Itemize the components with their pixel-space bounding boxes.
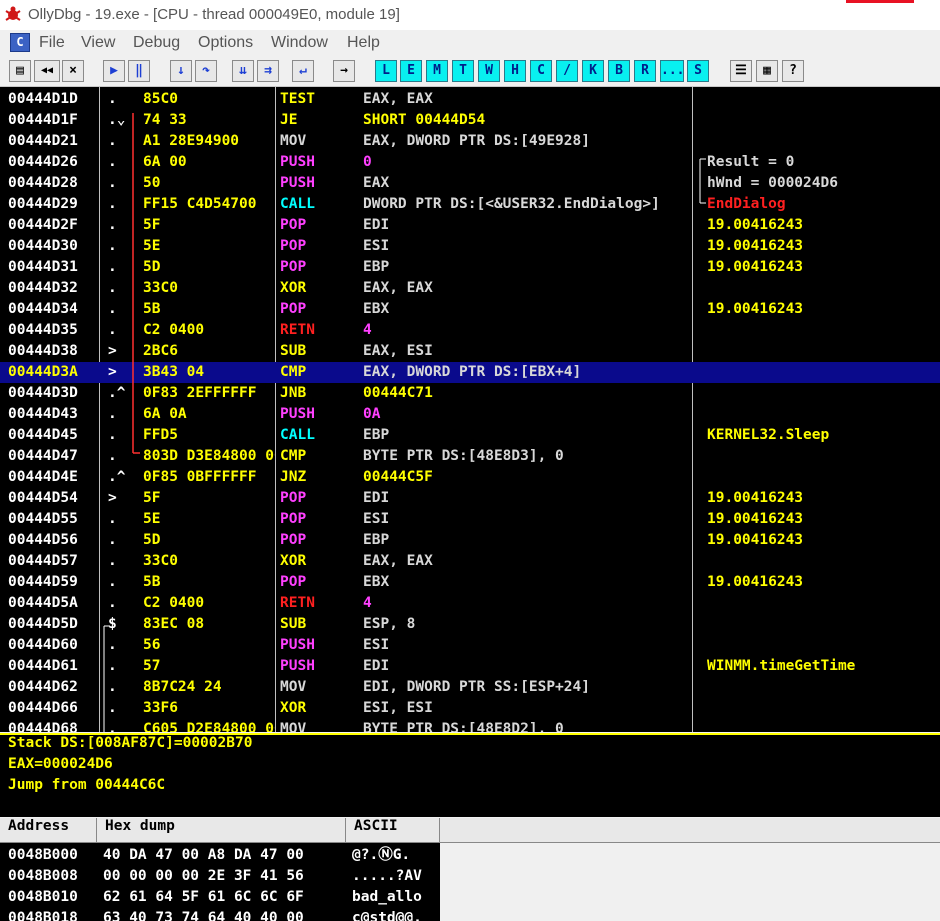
dump-row[interactable]: 0048B000 40 DA 47 00 A8 DA 47 00 @?.ⓃG.	[0, 845, 440, 866]
windows-window-button[interactable]: W	[478, 60, 500, 82]
handles-window-button[interactable]: H	[504, 60, 526, 82]
restart-button[interactable]: ◀◀	[34, 60, 60, 82]
dump-ascii-header[interactable]: ASCII	[346, 818, 440, 842]
toolbar: ▤ ◀◀ × ▶ ‖ ↓ ↷ ⇊ ⇉ ↵ → L E M T W H C / K…	[0, 56, 940, 87]
dump-address: 0048B010	[8, 889, 78, 905]
dump-ascii: .....?AV	[352, 868, 422, 884]
threads-window-button[interactable]: T	[452, 60, 474, 82]
menu-bar: C File View Debug Options Window Help	[0, 30, 940, 56]
memory-window-button[interactable]: M	[426, 60, 448, 82]
restart-icon: ◀◀	[40, 65, 54, 76]
menu-options[interactable]: Options	[198, 34, 253, 52]
dump-hex-bytes: 00 00 00 00 2E 3F 41 56	[103, 868, 304, 884]
pause-button[interactable]: ‖	[128, 60, 150, 82]
modules-window-button[interactable]: E	[400, 60, 422, 82]
title-bar: OllyDbg - 19.exe - [CPU - thread 000049E…	[0, 0, 940, 30]
dump-address: 0048B008	[8, 868, 78, 884]
palette-icon: ▦	[763, 63, 771, 78]
jump-arrows-overlay	[103, 113, 706, 732]
open-button[interactable]: ▤	[9, 60, 31, 82]
execute-till-return-icon: ↵	[299, 63, 307, 78]
menu-help[interactable]: Help	[347, 34, 380, 52]
dump-row[interactable]: 0048B018 63 40 73 74 64 40 40 00 c@std@@.	[0, 908, 440, 921]
dump-ascii: c@std@@.	[352, 910, 422, 921]
dump-row[interactable]: 0048B010 62 61 64 5F 61 6C 6C 6F bad_allo	[0, 887, 440, 908]
window-title: OllyDbg - 19.exe - [CPU - thread 000049E…	[28, 6, 400, 23]
info-stack-line: Stack DS:[008AF87C]=00002B70	[8, 735, 253, 751]
go-to-icon: →	[340, 63, 348, 78]
trace-over-icon: ⇉	[264, 63, 272, 78]
dump-hex-bytes: 40 DA 47 00 A8 DA 47 00	[103, 847, 304, 863]
breakpoints-window-button[interactable]: B	[608, 60, 630, 82]
dump-address: 0048B018	[8, 910, 78, 921]
info-jump-line: Jump from 00444C6C	[8, 777, 166, 793]
step-over-icon: ↷	[202, 63, 210, 78]
cpu-window-button[interactable]: C	[530, 60, 552, 82]
step-over-button[interactable]: ↷	[195, 60, 217, 82]
dump-hex-bytes: 63 40 73 74 64 40 40 00	[103, 910, 304, 921]
dump-hex-header[interactable]: Hex dump	[97, 818, 346, 842]
dump-row[interactable]: 0048B008 00 00 00 00 2E 3F 41 56 .....?AV	[0, 866, 440, 887]
menu-window[interactable]: Window	[271, 34, 328, 52]
close-icon: ×	[69, 63, 77, 78]
step-into-icon: ↓	[177, 63, 185, 78]
go-to-button[interactable]: →	[333, 60, 355, 82]
dump-header: Address Hex dump ASCII	[0, 818, 940, 843]
trace-over-button[interactable]: ⇉	[257, 60, 279, 82]
trace-into-button[interactable]: ⇊	[232, 60, 254, 82]
patches-window-button[interactable]: /	[556, 60, 578, 82]
ollydbg-bug-icon	[5, 6, 21, 21]
cpu-window-icon[interactable]: C	[10, 33, 30, 52]
log-window-button[interactable]: L	[375, 60, 397, 82]
dump-address-header[interactable]: Address	[0, 818, 97, 842]
disassembly-pane[interactable]: 00444D1D. 85C0 TEST EAX, EAX 00444D1F .⌄ 74 33…	[0, 87, 940, 732]
open-icon: ▤	[16, 63, 24, 78]
menu-view[interactable]: View	[81, 34, 115, 52]
help-icon: ?	[789, 63, 797, 78]
execute-till-return-button[interactable]: ↵	[292, 60, 314, 82]
source-window-button[interactable]: S	[687, 60, 709, 82]
dump-address: 0048B000	[8, 847, 78, 863]
help-button[interactable]: ?	[782, 60, 804, 82]
run-icon: ▶	[110, 63, 118, 78]
call-stack-window-button[interactable]: K	[582, 60, 604, 82]
list-icon: ☰	[735, 63, 747, 78]
close-program-button[interactable]: ×	[62, 60, 84, 82]
menu-debug[interactable]: Debug	[133, 34, 180, 52]
run-button[interactable]: ▶	[103, 60, 125, 82]
close-button[interactable]	[846, 0, 914, 3]
info-eax-line: EAX=000024D6	[8, 756, 113, 772]
dump-hex-bytes: 62 61 64 5F 61 6C 6C 6F	[103, 889, 304, 905]
references-window-button[interactable]: R	[634, 60, 656, 82]
step-into-button[interactable]: ↓	[170, 60, 192, 82]
dump-ascii: bad_allo	[352, 889, 422, 905]
hex-dump-pane[interactable]: 0048B000 40 DA 47 00 A8 DA 47 00 @?.ⓃG. 004…	[0, 843, 440, 921]
list-button[interactable]: ☰	[730, 60, 752, 82]
pause-icon: ‖	[135, 63, 143, 78]
trace-into-icon: ⇊	[239, 63, 247, 78]
info-pane[interactable]: Stack DS:[008AF87C]=00002B70 EAX=000024D…	[0, 733, 940, 817]
run-trace-window-button[interactable]: ...	[660, 60, 684, 82]
menu-file[interactable]: File	[39, 34, 65, 52]
dump-empty-area	[440, 843, 940, 921]
appearance-button[interactable]: ▦	[756, 60, 778, 82]
dump-ascii: @?.ⓃG.	[352, 847, 411, 863]
